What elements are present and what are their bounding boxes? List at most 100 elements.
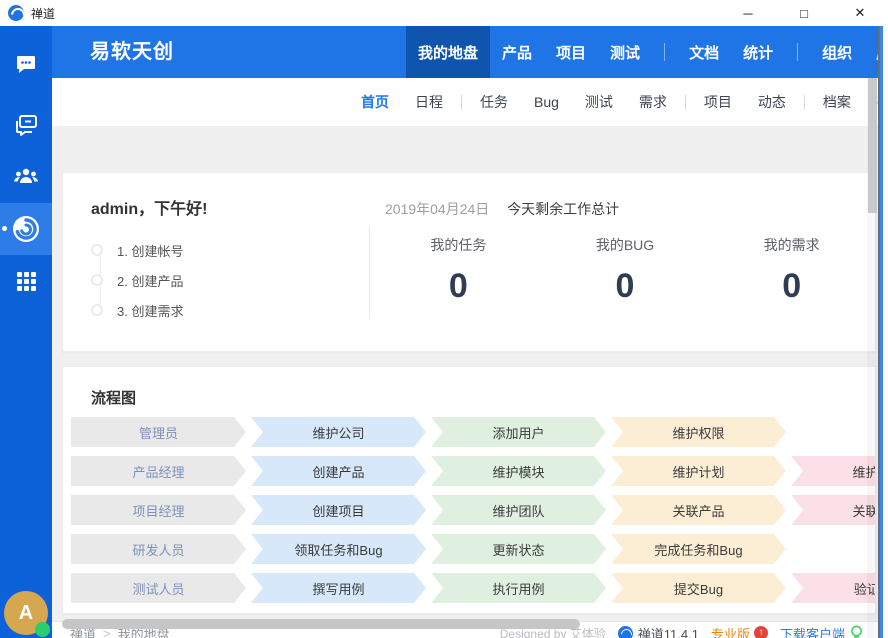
top-nav-item[interactable]: 我的地盘: [406, 26, 490, 78]
step-dot-icon: [91, 304, 103, 316]
top-nav-item[interactable]: 产品: [490, 26, 544, 78]
subnav: 首页日程任务Bug测试需求项目动态档案密码: [52, 78, 879, 126]
edition-link[interactable]: 专业版: [711, 624, 750, 638]
flow-cell-orange[interactable]: 维护权限: [611, 417, 786, 447]
current-date: 2019年04月24日: [385, 201, 489, 217]
top-nav-item[interactable]: 后台: [864, 26, 879, 78]
top-nav-item[interactable]: 统计: [731, 26, 785, 78]
onboarding-steps: 1. 创建帐号 2. 创建产品 3. 创建需求: [91, 235, 183, 325]
flow-cell-green[interactable]: 维护模块: [431, 456, 606, 486]
version-text: 禅道11.4.1: [638, 624, 699, 638]
stat-label: 我的任务: [375, 235, 542, 255]
flow-cell-pink[interactable]: 关联需求: [791, 495, 876, 525]
subnav-item[interactable]: 日程: [402, 92, 456, 112]
flowchart-card: 流程图 管理员维护公司添加用户维护权限产品经理创建产品维护模块维护计划维护需求项…: [62, 366, 876, 614]
step-item[interactable]: 2. 创建产品: [91, 265, 183, 295]
flow-cell-orange[interactable]: 维护计划: [611, 456, 786, 486]
top-nav-item[interactable]: 组织: [810, 26, 864, 78]
flow-cell-green[interactable]: 更新状态: [431, 534, 606, 564]
step-dot-icon: [91, 244, 103, 256]
flow-cell-green[interactable]: 维护团队: [431, 495, 606, 525]
stat-item[interactable]: 我的任务 0: [375, 235, 542, 306]
stat-label: 我的BUG: [542, 235, 709, 255]
flow-cell-orange[interactable]: 关联产品: [611, 495, 786, 525]
flowchart-title: 流程图: [91, 387, 136, 408]
flow-cell-blue[interactable]: 创建项目: [251, 495, 426, 525]
user-avatar[interactable]: A: [4, 591, 48, 635]
flow-cell-blue[interactable]: 维护公司: [251, 417, 426, 447]
subnav-item[interactable]: 动态: [745, 92, 799, 112]
top-nav-divider: [664, 43, 665, 61]
summary-title: 今天剩余工作总计: [507, 201, 619, 217]
close-button[interactable]: ✕: [832, 0, 888, 26]
flow-row: 项目经理创建项目维护团队关联产品关联需求: [71, 495, 876, 525]
flow-cell-role[interactable]: 项目经理: [71, 495, 246, 525]
upgrade-badge-icon[interactable]: ↑: [754, 626, 768, 638]
subnav-item[interactable]: 项目: [691, 92, 745, 112]
top-nav-item[interactable]: 测试: [598, 26, 652, 78]
zentao-app-icon: [8, 5, 24, 21]
top-nav-item[interactable]: 项目: [544, 26, 598, 78]
vertical-divider: [369, 227, 370, 319]
stat-item[interactable]: 我的BUG0: [542, 235, 709, 306]
flow-row: 研发人员领取任务和Bug更新状态完成任务和Bug: [71, 534, 876, 564]
lightbulb-icon[interactable]: [850, 625, 863, 638]
subnav-divider: [461, 95, 462, 110]
app-grid-icon[interactable]: [0, 257, 52, 305]
chat-bubble-icon[interactable]: [0, 40, 52, 88]
top-nav-item[interactable]: 文档: [677, 26, 731, 78]
vertical-scrollbar[interactable]: [867, 78, 878, 638]
flow-cell-green[interactable]: 添加用户: [431, 417, 606, 447]
step-label: 2. 创建产品: [117, 271, 183, 290]
group-icon[interactable]: [0, 152, 52, 200]
subnav-item[interactable]: 档案: [810, 92, 864, 112]
flow-cell-role[interactable]: 测试人员: [71, 573, 246, 603]
stat-item[interactable]: 我的需求 0: [708, 235, 875, 306]
main-area: 易软天创 我的地盘产品项目测试文档统计组织后台 首页日程任务Bug测试需求项目动…: [52, 26, 879, 638]
download-client-link[interactable]: 下载客户端: [780, 624, 845, 638]
flowchart-rows: 管理员维护公司添加用户维护权限产品经理创建产品维护模块维护计划维护需求项目经理创…: [71, 417, 876, 612]
flow-cell-green[interactable]: 执行用例: [431, 573, 606, 603]
daily-stats: 我的任务 0我的BUG0我的需求 0: [375, 235, 875, 306]
step-item[interactable]: 3. 创建需求: [91, 295, 183, 325]
flow-cell-blue[interactable]: 撰写用例: [251, 573, 426, 603]
flow-cell-role[interactable]: 产品经理: [71, 456, 246, 486]
flow-cell-orange[interactable]: 完成任务和Bug: [611, 534, 786, 564]
online-status-dot: [35, 622, 50, 637]
subnav-item[interactable]: 首页: [348, 92, 402, 112]
flow-cell-pink[interactable]: 验证Bug: [791, 573, 876, 603]
flow-cell-blue[interactable]: 创建产品: [251, 456, 426, 486]
step-item[interactable]: 1. 创建帐号: [91, 235, 183, 265]
minimize-button[interactable]: ─: [720, 0, 776, 26]
subnav-divider: [804, 95, 805, 110]
subnav-item[interactable]: 任务: [467, 92, 521, 112]
step-label: 1. 创建帐号: [117, 241, 183, 260]
window-title: 禅道: [31, 5, 55, 22]
app-window: A 易软天创 我的地盘产品项目测试文档统计组织后台 首页日程任务Bug测试需求项…: [0, 26, 879, 638]
stat-label: 我的需求: [708, 235, 875, 255]
flow-cell-blue[interactable]: 领取任务和Bug: [251, 534, 426, 564]
flow-cell-orange[interactable]: 提交Bug: [611, 573, 786, 603]
flow-cell-pink[interactable]: 维护需求: [791, 456, 876, 486]
subnav-item[interactable]: 测试: [572, 92, 626, 112]
chats-icon[interactable]: [0, 101, 52, 149]
step-dot-icon: [91, 274, 103, 286]
zentao-logo-icon[interactable]: [0, 203, 52, 255]
subnav-item[interactable]: 需求: [626, 92, 680, 112]
subnav-divider: [685, 95, 686, 110]
brand-name: 易软天创: [90, 26, 174, 78]
stat-value: 0: [708, 267, 875, 306]
top-nav: 我的地盘产品项目测试文档统计组织后台: [406, 26, 879, 78]
flow-cell-role[interactable]: 管理员: [71, 417, 246, 447]
subnav-item[interactable]: Bug: [521, 94, 572, 110]
background-window-edge: [880, 26, 888, 638]
vertical-scrollbar-thumb[interactable]: [868, 78, 877, 213]
flow-cell-role[interactable]: 研发人员: [71, 534, 246, 564]
horizontal-scrollbar-thumb[interactable]: [62, 619, 580, 629]
sidebar: A: [0, 26, 52, 638]
maximize-button[interactable]: □: [776, 0, 832, 26]
flow-row: 管理员维护公司添加用户维护权限: [71, 417, 876, 447]
step-label: 3. 创建需求: [117, 301, 183, 320]
flow-row: 产品经理创建产品维护模块维护计划维护需求: [71, 456, 876, 486]
stat-value: 0: [375, 267, 542, 306]
